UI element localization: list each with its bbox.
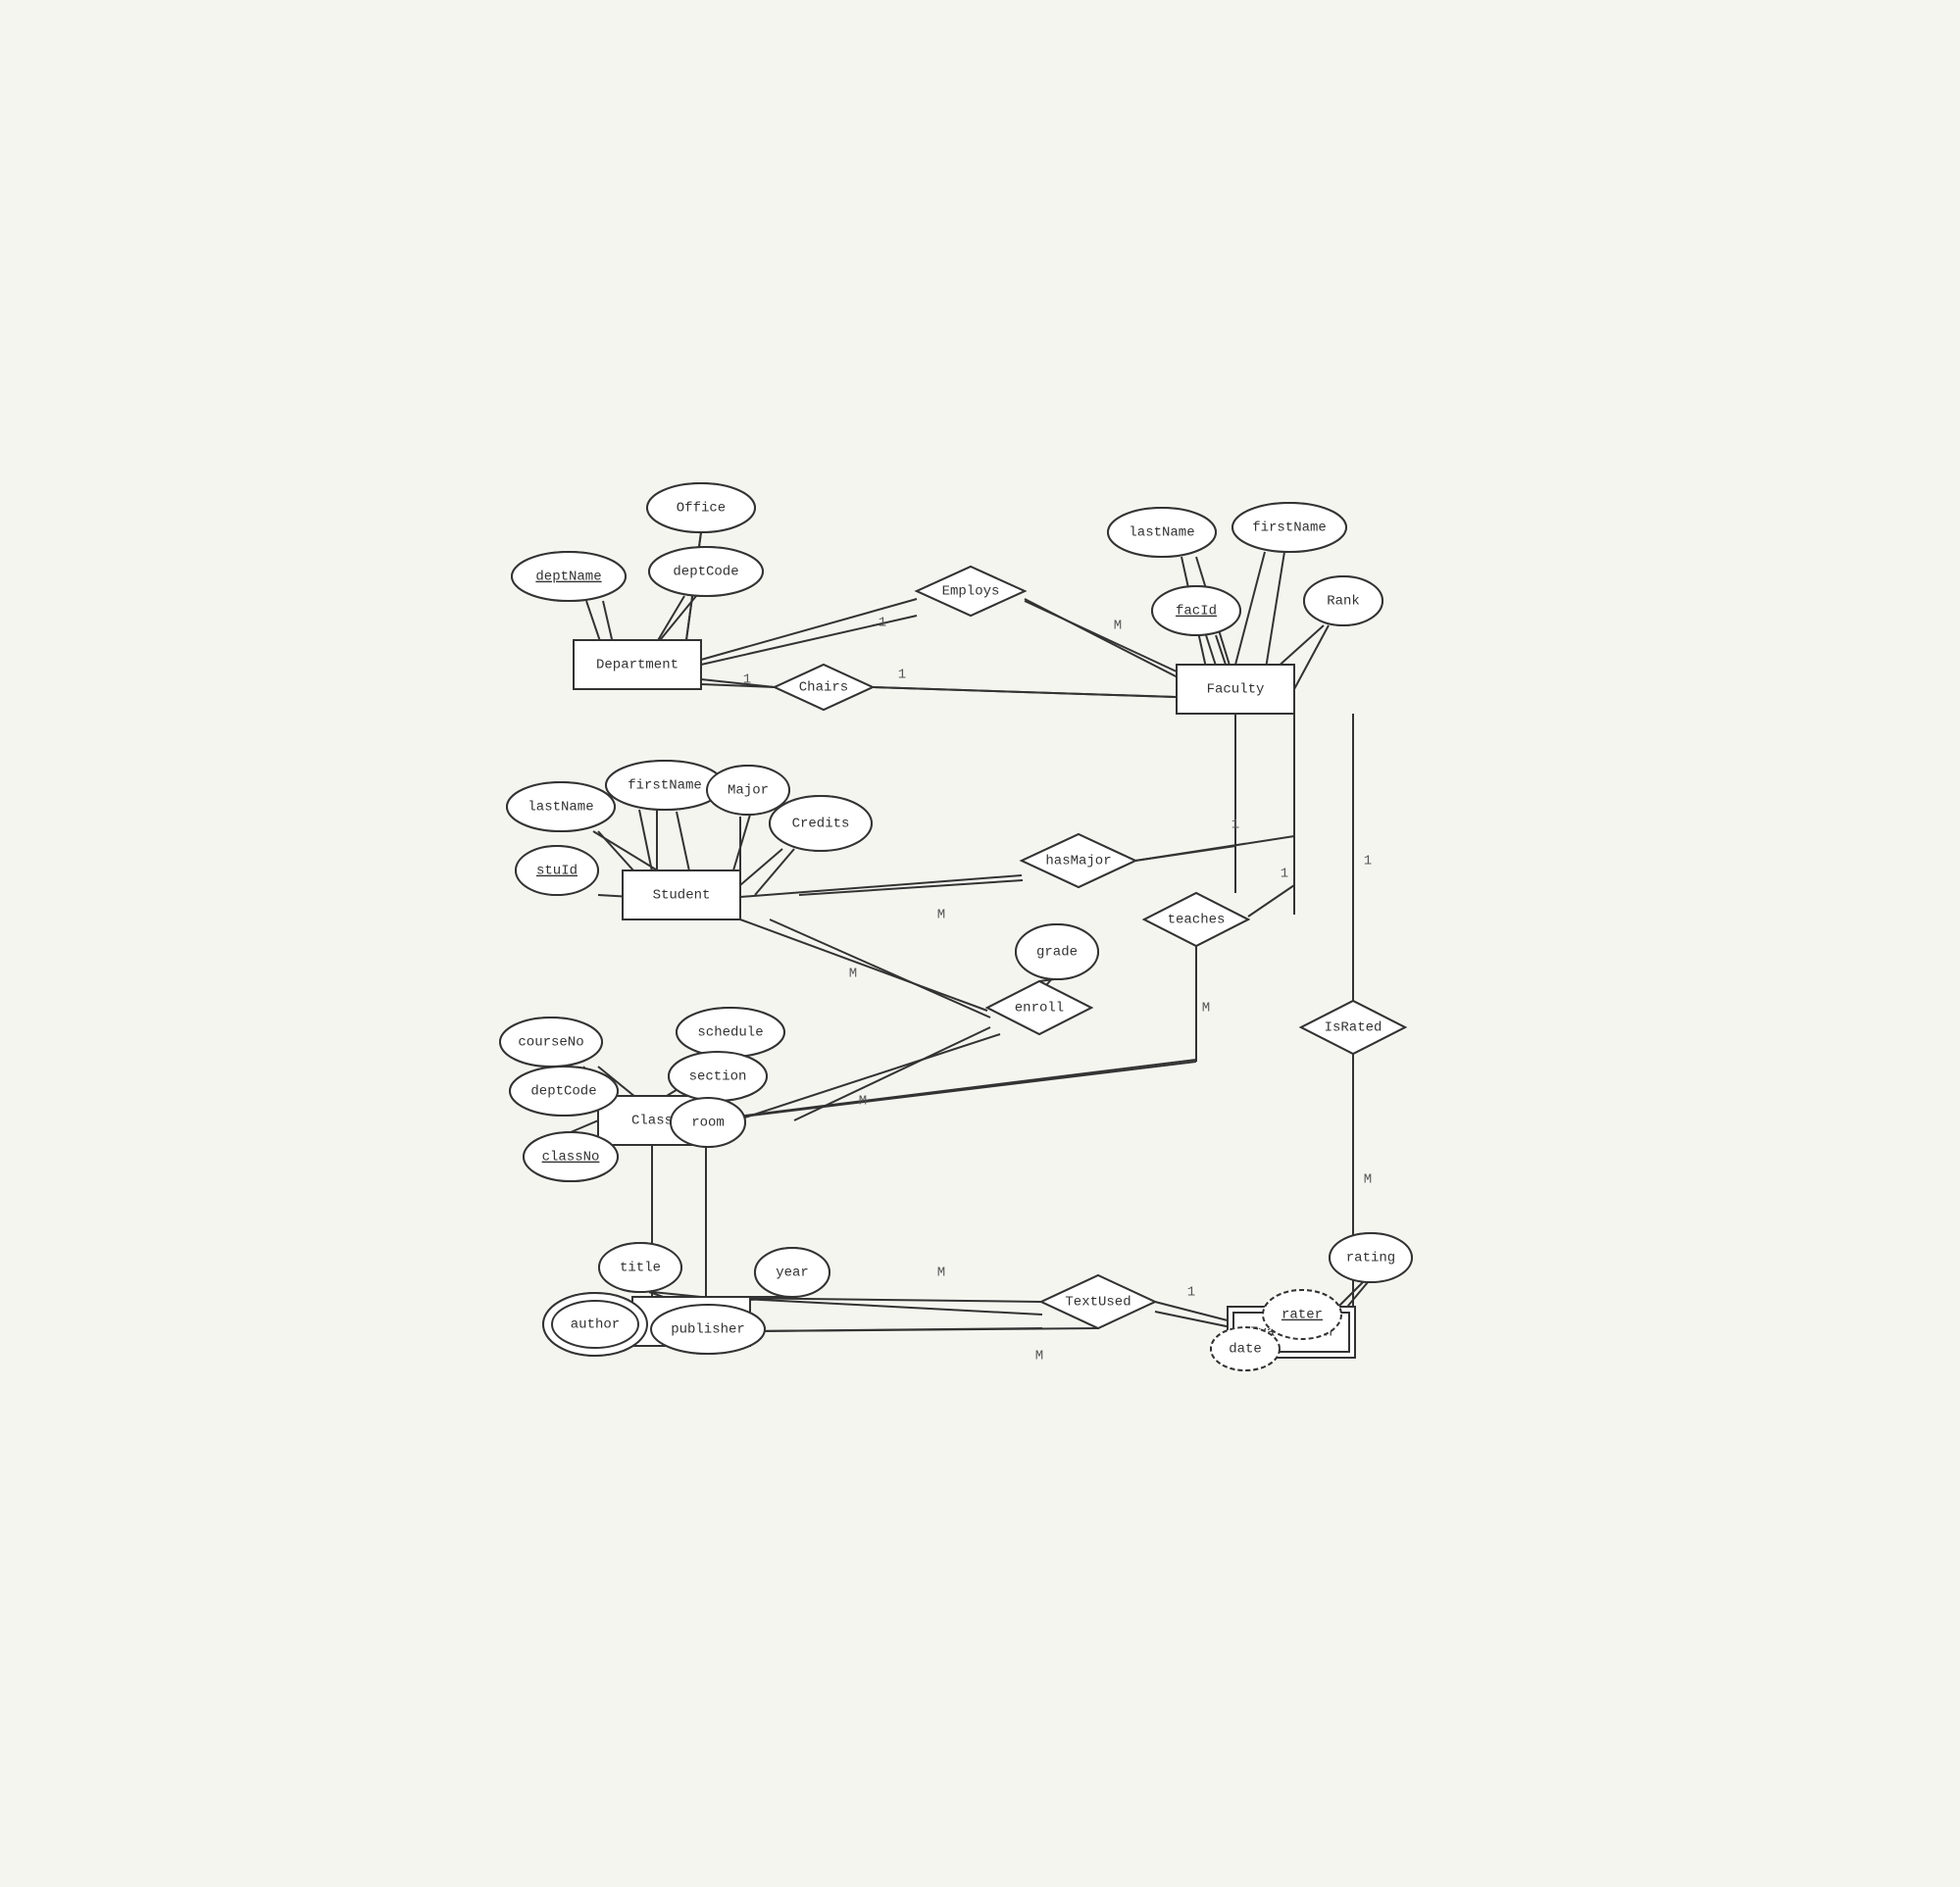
svg-text:TextUsed: TextUsed bbox=[1065, 1294, 1131, 1310]
chairs-mult-1a: 1 bbox=[742, 671, 750, 687]
hasmajor-mult-1: 1 bbox=[1231, 817, 1238, 832]
israted-mult-1: 1 bbox=[1363, 853, 1371, 869]
svg-text:rater: rater bbox=[1281, 1307, 1322, 1322]
svg-text:firstName: firstName bbox=[1252, 520, 1327, 535]
svg-text:Office: Office bbox=[676, 500, 725, 516]
chairs-mult-1b: 1 bbox=[897, 667, 905, 682]
svg-text:enroll: enroll bbox=[1014, 1000, 1063, 1016]
svg-text:date: date bbox=[1229, 1341, 1262, 1357]
svg-text:author: author bbox=[570, 1316, 619, 1332]
svg-text:deptCode: deptCode bbox=[530, 1083, 596, 1099]
textused-mult-m-txt: M bbox=[1034, 1348, 1042, 1364]
svg-text:firstName: firstName bbox=[628, 777, 702, 793]
textused-mult-m-cls: M bbox=[936, 1265, 944, 1280]
svg-text:lastName: lastName bbox=[1129, 524, 1194, 540]
svg-text:Employs: Employs bbox=[941, 583, 999, 599]
er-diagram: Department Faculty Student Class Textboo… bbox=[490, 473, 1471, 1415]
employs-mult-m: M bbox=[1113, 618, 1121, 633]
svg-text:Rank: Rank bbox=[1327, 593, 1360, 609]
svg-text:Chairs: Chairs bbox=[798, 679, 847, 695]
svg-text:deptCode: deptCode bbox=[673, 564, 738, 579]
svg-text:lastName: lastName bbox=[528, 799, 593, 815]
enroll-mult-m-stu: M bbox=[848, 966, 856, 981]
svg-text:teaches: teaches bbox=[1167, 912, 1225, 927]
hasmajor-mult-m: M bbox=[936, 907, 944, 922]
employs-mult-1: 1 bbox=[878, 615, 885, 630]
svg-text:schedule: schedule bbox=[697, 1024, 763, 1040]
svg-text:grade: grade bbox=[1035, 944, 1077, 960]
enroll-mult-m-cls: M bbox=[858, 1093, 866, 1109]
svg-text:Class: Class bbox=[630, 1113, 672, 1128]
svg-text:rating: rating bbox=[1345, 1250, 1394, 1266]
svg-text:classNo: classNo bbox=[541, 1149, 599, 1165]
svg-text:year: year bbox=[776, 1265, 809, 1280]
teaches-mult-m: M bbox=[1201, 1000, 1209, 1016]
svg-text:room: room bbox=[691, 1115, 725, 1130]
svg-text:title: title bbox=[619, 1260, 660, 1275]
svg-text:IsRated: IsRated bbox=[1324, 1019, 1382, 1035]
textused-mult-1: 1 bbox=[1186, 1284, 1194, 1300]
svg-text:Faculty: Faculty bbox=[1206, 681, 1264, 697]
svg-text:Department: Department bbox=[595, 657, 678, 672]
svg-text:Major: Major bbox=[727, 782, 768, 798]
svg-text:deptName: deptName bbox=[535, 569, 601, 584]
teaches-mult-1: 1 bbox=[1280, 866, 1287, 881]
israted-mult-m: M bbox=[1363, 1171, 1371, 1187]
svg-text:courseNo: courseNo bbox=[518, 1034, 583, 1050]
svg-text:section: section bbox=[688, 1068, 746, 1084]
svg-text:publisher: publisher bbox=[671, 1321, 745, 1337]
svg-text:Credits: Credits bbox=[791, 816, 849, 831]
svg-text:hasMajor: hasMajor bbox=[1045, 853, 1111, 869]
svg-text:stuId: stuId bbox=[535, 863, 577, 878]
svg-text:facId: facId bbox=[1175, 603, 1216, 619]
svg-text:Student: Student bbox=[652, 887, 710, 903]
